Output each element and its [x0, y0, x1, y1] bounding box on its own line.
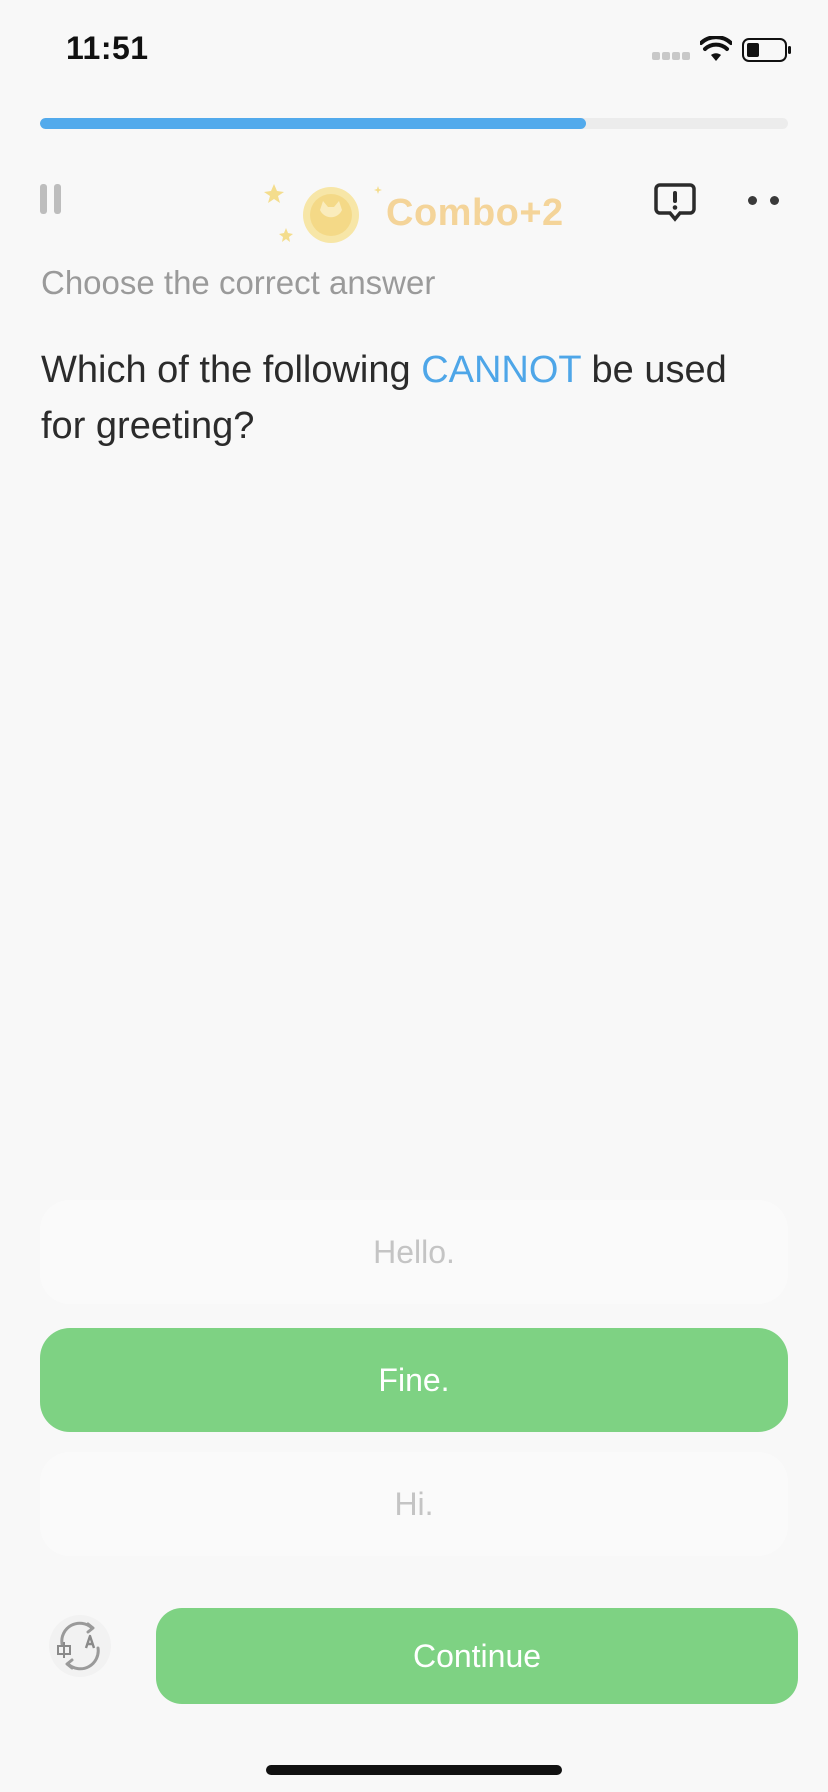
quiz-screen: 11:51 Combo+2 Choose the correct answer …	[0, 0, 828, 1792]
pause-icon[interactable]	[38, 184, 68, 216]
question-highlight: CANNOT	[421, 349, 581, 391]
answer-option-label: Hi.	[394, 1485, 434, 1522]
question-text-start: Which of the following	[41, 349, 422, 391]
cellular-signal-icon	[652, 52, 692, 62]
status-bar: 11:51	[0, 0, 828, 100]
battery-icon	[742, 38, 791, 62]
coin-icon	[303, 187, 359, 243]
answer-option-hi[interactable]: Hi.	[40, 1452, 788, 1556]
more-icon[interactable]	[746, 194, 782, 208]
status-time: 11:51	[66, 30, 149, 66]
instruction-text: Choose the correct answer	[41, 264, 436, 301]
answer-option-label: Fine.	[378, 1361, 450, 1398]
combo-indicator: Combo+2	[256, 178, 576, 254]
wifi-icon	[700, 36, 732, 61]
answer-option-fine[interactable]: Fine.	[40, 1328, 788, 1432]
continue-button[interactable]: Continue	[156, 1608, 798, 1704]
lesson-progress-fill	[40, 118, 587, 129]
answer-option-label: Hello.	[373, 1233, 455, 1270]
translate-icon[interactable]	[48, 1614, 112, 1678]
home-indicator	[266, 1765, 562, 1775]
report-icon[interactable]	[654, 182, 696, 222]
question-text: Which of the following CANNOT be used fo…	[41, 342, 781, 454]
lesson-progress-bar	[40, 118, 788, 129]
answer-option-hello[interactable]: Hello.	[40, 1200, 788, 1304]
combo-label: Combo+2	[386, 192, 564, 234]
continue-button-label: Continue	[412, 1637, 542, 1674]
